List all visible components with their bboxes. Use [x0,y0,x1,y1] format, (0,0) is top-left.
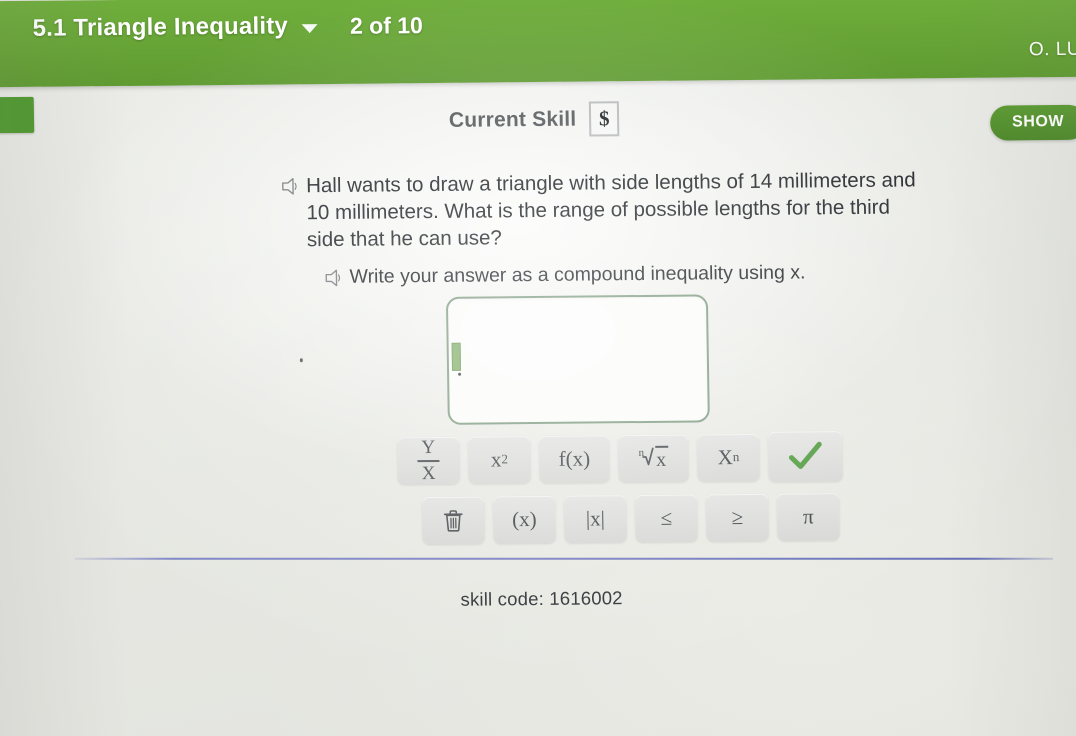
radicand: x [654,445,669,472]
screen-speck [299,358,303,363]
radical-icon [641,447,654,465]
speaker-icon[interactable] [281,176,298,196]
question-instruction-block: Write your answer as a compound inequali… [324,258,924,291]
fraction-numerator: Y [421,436,436,458]
greater-than-equal-key-label: ≥ [731,505,744,530]
square-base: x [490,446,502,471]
math-keypad: Y X x2 f(x) n x X n (x) |x| ≤ ≥ π [397,431,843,545]
less-than-equal-key[interactable]: ≤ [635,494,698,543]
function-key-label: f(x) [558,446,591,471]
dollar-sign-icon[interactable]: $ [589,101,620,137]
parentheses-key[interactable]: (x) [493,495,556,544]
answer-input-marker [458,372,462,376]
function-key[interactable]: f(x) [539,434,610,483]
keypad-row-2: (x) |x| ≤ ≥ π [422,493,840,545]
sub-header: Current Skill $ SHOW [0,91,1076,147]
square-exponent: 2 [501,451,509,467]
absolute-value-key[interactable]: |x| [564,495,627,543]
absolute-value-key-label: |x| [585,506,606,531]
trash-icon [443,509,463,532]
checkmark-icon [788,441,822,469]
keypad-row-1: Y X x2 f(x) n x X n [397,431,843,486]
question-prompt-block: Hall wants to draw a triangle with side … [281,166,922,253]
square-key[interactable]: x2 [468,435,531,484]
current-skill-label: Current Skill [448,107,577,132]
pi-key-label: π [802,504,814,529]
chevron-down-icon[interactable] [301,23,319,33]
question-text: Hall wants to draw a triangle with side … [305,168,916,252]
nth-root-key[interactable]: n x [618,434,689,482]
submit-check-key[interactable] [768,431,843,482]
subscript-index: n [732,449,740,465]
delete-key[interactable] [422,496,485,545]
user-name[interactable]: O. LU [1029,39,1076,61]
skill-title[interactable]: 5.1 Triangle Inequality [32,12,288,42]
subscript-key[interactable]: Xn [697,433,760,481]
subscript-base: X [717,444,733,469]
pi-key[interactable]: π [777,493,840,541]
fraction-denominator: X [421,462,436,484]
question-progress: 2 of 10 [349,11,424,39]
less-than-equal-key-label: ≤ [660,505,673,530]
speaker-icon[interactable] [324,268,341,288]
instruction-text: Write your answer as a compound inequali… [349,261,806,288]
section-divider [74,557,1054,560]
show-button[interactable]: SHOW [989,104,1076,141]
parentheses-key-label: (x) [511,507,537,532]
answer-input[interactable] [445,294,710,425]
fraction-bar [417,459,440,462]
text-cursor [451,342,462,371]
skill-code: skill code: 1616002 [460,587,623,610]
greater-than-equal-key[interactable]: ≥ [706,493,769,542]
fraction-key[interactable]: Y X [397,436,460,484]
app-header-bar: 5.1 Triangle Inequality 2 of 10 O. LU [0,0,1076,88]
